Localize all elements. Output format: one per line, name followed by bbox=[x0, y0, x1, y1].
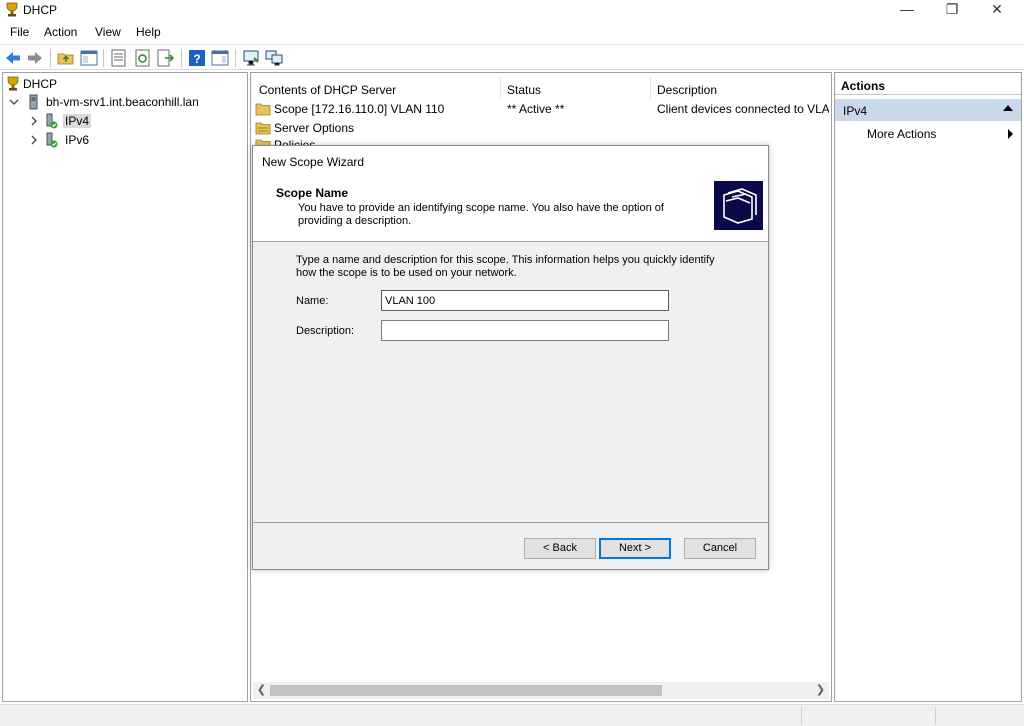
chevron-right-icon[interactable] bbox=[29, 116, 39, 126]
toolbar-separator bbox=[235, 49, 236, 67]
scope-wizard-icon bbox=[714, 181, 763, 230]
row-name: Scope [172.16.110.0] VLAN 110 bbox=[274, 102, 445, 116]
toolbar-separator bbox=[50, 49, 51, 67]
back-button[interactable]: < Back bbox=[524, 538, 596, 559]
status-segment bbox=[801, 707, 802, 725]
tree-item-server[interactable]: bh-vm-srv1.int.beaconhill.lan bbox=[27, 93, 201, 111]
new-scope-wizard-dialog: New Scope Wizard Scope Name You have to … bbox=[252, 145, 769, 570]
console-tree: DHCP bh-vm-srv1.int.beaconhill.lan IPv4 bbox=[2, 72, 248, 702]
menu-action[interactable]: Action bbox=[44, 25, 77, 39]
chevron-right-icon[interactable] bbox=[29, 135, 39, 145]
scope-description-input[interactable] bbox=[381, 320, 669, 341]
column-header-status[interactable]: Status bbox=[501, 77, 651, 99]
dhcp-app-icon bbox=[6, 2, 18, 17]
column-header-description[interactable]: Description bbox=[651, 77, 829, 99]
back-icon[interactable] bbox=[4, 49, 22, 67]
title-bar: DHCP — ❐ ✕ bbox=[0, 0, 1024, 20]
more-actions-item[interactable]: More Actions bbox=[867, 127, 936, 141]
svg-text:?: ? bbox=[193, 52, 200, 66]
row-name: Server Options bbox=[274, 121, 355, 135]
window-title: DHCP bbox=[23, 3, 58, 17]
horizontal-scrollbar[interactable]: ❮ ❯ bbox=[253, 682, 829, 699]
collapse-up-icon[interactable] bbox=[1003, 105, 1013, 111]
close-button[interactable]: ✕ bbox=[974, 0, 1020, 20]
show-hide-action-pane-icon[interactable] bbox=[211, 49, 229, 67]
chevron-down-icon[interactable] bbox=[9, 97, 19, 107]
actions-title: Actions bbox=[835, 73, 1021, 95]
next-button[interactable]: Next > bbox=[599, 538, 671, 559]
name-label: Name: bbox=[296, 295, 329, 307]
status-bar bbox=[0, 704, 1024, 726]
mmc-window: DHCP — ❐ ✕ File Action View Help ? DHCP … bbox=[0, 0, 1024, 726]
column-header-contents[interactable]: Contents of DHCP Server bbox=[253, 77, 501, 99]
tree-item-ipv6[interactable]: IPv6 bbox=[45, 131, 91, 149]
menu-help[interactable]: Help bbox=[136, 25, 161, 39]
row-status: ** Active ** bbox=[507, 102, 565, 116]
actions-section-label: IPv4 bbox=[843, 104, 868, 118]
menu-view[interactable]: View bbox=[95, 25, 121, 39]
actions-section-ipv4[interactable]: IPv4 bbox=[835, 99, 1021, 121]
wizard-subheading: You have to provide an identifying scope… bbox=[298, 202, 664, 227]
list-row[interactable]: Scope [172.16.110.0] VLAN 110 bbox=[255, 100, 444, 118]
scroll-right-icon[interactable]: ❯ bbox=[812, 682, 829, 699]
row-description: Client devices connected to VLAN 110 bbox=[657, 102, 829, 116]
cancel-button[interactable]: Cancel bbox=[684, 538, 756, 559]
restore-button[interactable]: ❐ bbox=[929, 0, 975, 20]
ipv4-icon bbox=[46, 113, 58, 129]
refresh-icon[interactable] bbox=[134, 49, 152, 67]
menu-file[interactable]: File bbox=[10, 25, 29, 39]
toolbar: ? bbox=[0, 44, 1024, 70]
forward-icon[interactable] bbox=[26, 49, 44, 67]
wizard-footer-divider bbox=[253, 522, 768, 523]
wizard-heading: Scope Name bbox=[276, 186, 349, 200]
computer-icon[interactable] bbox=[242, 49, 260, 67]
server-icon bbox=[29, 94, 38, 110]
ipv6-icon bbox=[46, 132, 58, 148]
status-segment bbox=[935, 707, 936, 725]
scope-name-input[interactable] bbox=[381, 290, 669, 311]
up-folder-icon[interactable] bbox=[57, 49, 75, 67]
actions-pane: Actions IPv4 More Actions bbox=[834, 72, 1022, 702]
properties-icon[interactable] bbox=[110, 49, 128, 67]
show-hide-tree-icon[interactable] bbox=[80, 49, 98, 67]
submenu-arrow-icon[interactable] bbox=[1008, 129, 1013, 139]
tree-item-dhcp[interactable]: DHCP bbox=[5, 75, 59, 93]
help-icon[interactable]: ? bbox=[188, 49, 206, 67]
tree-label-ipv6: IPv6 bbox=[65, 133, 90, 147]
tree-label-ipv4: IPv4 bbox=[63, 114, 92, 128]
scroll-left-icon[interactable]: ❮ bbox=[253, 682, 270, 699]
list-row[interactable]: Server Options bbox=[255, 119, 354, 137]
wizard-instructions: Type a name and description for this sco… bbox=[296, 254, 715, 279]
toolbar-separator bbox=[181, 49, 182, 67]
tree-item-ipv4[interactable]: IPv4 bbox=[45, 112, 92, 130]
wizard-title: New Scope Wizard bbox=[253, 146, 768, 176]
server-options-icon bbox=[255, 122, 271, 135]
minimize-button[interactable]: — bbox=[884, 0, 930, 20]
scope-folder-icon bbox=[255, 103, 271, 116]
toolbar-separator bbox=[103, 49, 104, 67]
tree-label-server: bh-vm-srv1.int.beaconhill.lan bbox=[46, 95, 199, 109]
menu-bar: File Action View Help bbox=[0, 22, 1024, 42]
description-label: Description: bbox=[296, 325, 355, 337]
export-list-icon[interactable] bbox=[157, 49, 175, 67]
wizard-header: Scope Name You have to provide an identi… bbox=[253, 176, 768, 242]
computers-icon[interactable] bbox=[265, 49, 283, 67]
scroll-thumb[interactable] bbox=[270, 685, 662, 696]
tree-label-dhcp: DHCP bbox=[23, 77, 58, 91]
dhcp-trophy-icon bbox=[7, 76, 19, 91]
